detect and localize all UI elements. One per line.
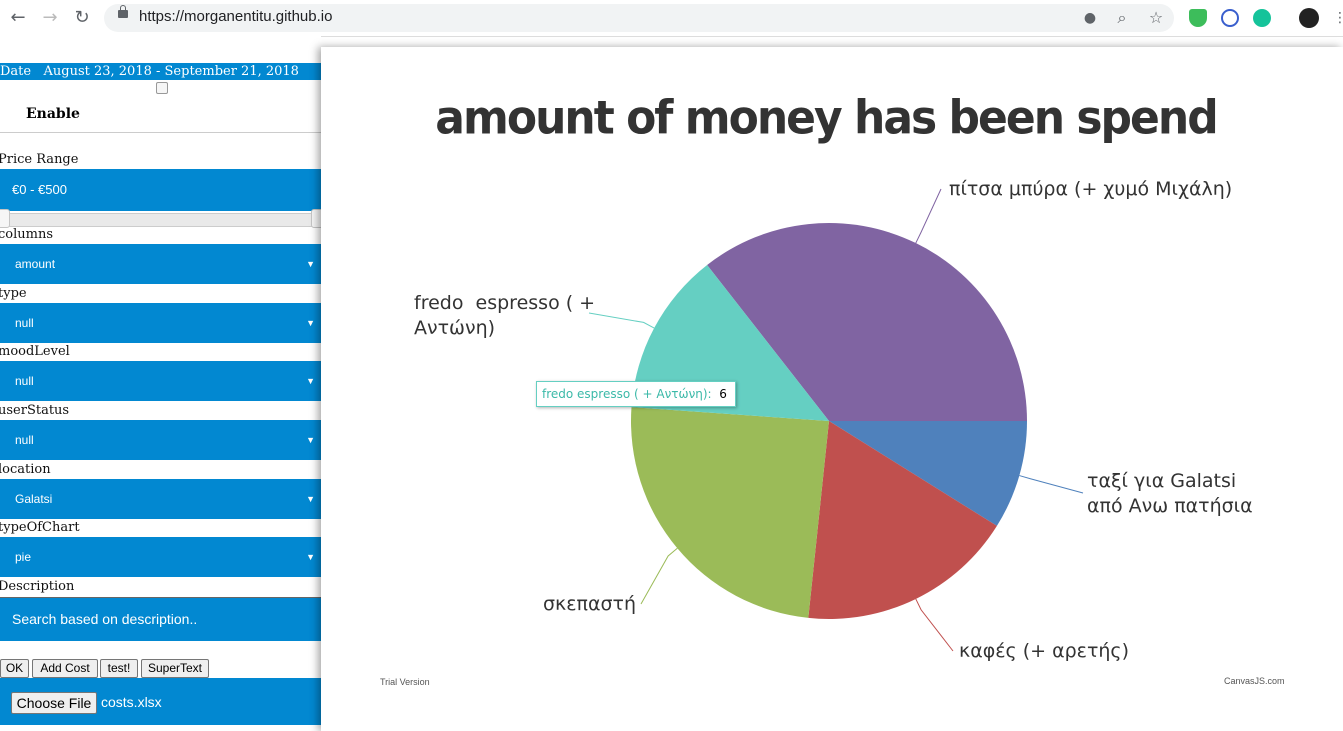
mood-level-label: moodLevel [0, 344, 70, 359]
chart-type-value: pie [15, 550, 32, 564]
pie-leader-line [915, 598, 954, 652]
avatar[interactable] [1299, 8, 1319, 28]
file-name: costs.xlsx [101, 694, 162, 710]
lock-icon [118, 5, 128, 18]
user-status-value: null [15, 433, 34, 447]
user-status-select[interactable]: null ▼ [0, 420, 321, 460]
enable-label: Enable [26, 106, 80, 122]
columns-label: columns [0, 227, 54, 242]
dropdown-arrow-icon: ▼ [306, 435, 315, 445]
chart-type-select[interactable]: pie ▼ [0, 537, 321, 577]
type-select[interactable]: null ▼ [0, 303, 321, 343]
dropdown-arrow-icon: ▼ [306, 552, 315, 562]
columns-value: amount [15, 257, 56, 271]
tooltip-value: 6 [719, 387, 727, 401]
reload-icon[interactable]: ↻ [72, 8, 92, 28]
block-extension-icon[interactable] [1221, 9, 1239, 27]
browser-toolbar: ← → ↻ https://morganentitu.github.io ● ⌕… [0, 0, 1343, 37]
slider-min-handle[interactable] [0, 209, 10, 228]
pie-slice-label: πίτσα μπύρα (+ χυμό Μιχάλη) [949, 178, 1232, 200]
user-status-label: userStatus [0, 403, 70, 418]
date-range-value: August 23, 2018 - September 21, 2018 [43, 64, 299, 79]
pie-slice-label: ταξί για Galatsi από Ανω πατήσια [1087, 470, 1253, 517]
price-range-value: €0 - €500 [12, 182, 67, 197]
canvasjs-credit: CanvasJS.com [1224, 676, 1285, 686]
bookmark-star-icon[interactable]: ☆ [1146, 8, 1166, 28]
pie-slice[interactable] [631, 407, 829, 618]
pie-slice-label: σκεπαστή [543, 593, 636, 615]
pie-slice-label: fredo espresso ( + Αντώνη) [414, 292, 595, 339]
test-button[interactable]: test! [100, 659, 138, 678]
pie-chart: πίτσα μπύρα (+ χυμό Μιχάλη) ταξί για Gala… [414, 178, 1253, 662]
columns-select[interactable]: amount ▼ [0, 244, 321, 284]
supertext-button[interactable]: SuperText [141, 659, 209, 678]
mood-level-value: null [15, 374, 34, 388]
type-label: type [0, 286, 27, 301]
pie-slice-label: καφές (+ αρετής) [959, 640, 1129, 662]
url-text[interactable]: https://morganentitu.github.io [139, 8, 332, 25]
dropdown-arrow-icon: ▼ [306, 494, 315, 504]
pie-leader-line [915, 188, 942, 244]
type-value: null [15, 316, 34, 330]
location-select[interactable]: Galatsi ▼ [0, 479, 321, 519]
description-label: Description [0, 579, 75, 594]
chart-type-label: typeOfChart [0, 520, 80, 535]
add-cost-button[interactable]: Add Cost [32, 659, 98, 678]
grammarly-icon[interactable] [1253, 9, 1271, 27]
divider [0, 132, 321, 133]
dropdown-arrow-icon: ▼ [306, 376, 315, 386]
dropdown-arrow-icon: ▼ [306, 259, 315, 269]
chart-tooltip: fredo espresso ( + Αντώνη): 6 [536, 381, 736, 407]
enable-checkbox[interactable] [156, 82, 168, 94]
price-range-display: €0 - €500 [0, 169, 321, 211]
pie-leader-line [1019, 475, 1084, 494]
chart-container: amount of money has been spend πίτσα μπύ… [321, 47, 1343, 731]
ok-button[interactable]: OK [0, 659, 29, 678]
dropdown-arrow-icon: ▼ [306, 318, 315, 328]
menu-icon[interactable]: ⋮ [1330, 8, 1343, 28]
price-range-slider[interactable] [0, 213, 327, 227]
back-icon[interactable]: ← [8, 8, 28, 28]
choose-file-button[interactable]: Choose File [11, 692, 97, 714]
price-range-label: Price Range [0, 152, 79, 167]
tracking-icon[interactable]: ● [1080, 8, 1100, 28]
date-label: Date [0, 64, 32, 79]
location-value: Galatsi [15, 492, 53, 506]
zoom-icon[interactable]: ⌕ [1112, 8, 1132, 28]
forward-icon[interactable]: → [40, 8, 60, 28]
mood-level-select[interactable]: null ▼ [0, 361, 321, 401]
date-range-bar[interactable]: Date August 23, 2018 - September 21, 201… [0, 63, 321, 80]
location-label: location [0, 462, 51, 477]
pie-leader-line [588, 312, 655, 329]
description-search-input[interactable]: Search based on description.. [0, 597, 321, 641]
pie-leader-line [640, 547, 678, 605]
shield-extension-icon[interactable] [1189, 9, 1207, 27]
description-placeholder: Search based on description.. [12, 611, 198, 627]
trial-version-text: Trial Version [380, 677, 430, 687]
filter-panel: Date August 23, 2018 - September 21, 201… [0, 36, 328, 731]
tooltip-label: fredo espresso ( + Αντώνη): [542, 387, 712, 401]
